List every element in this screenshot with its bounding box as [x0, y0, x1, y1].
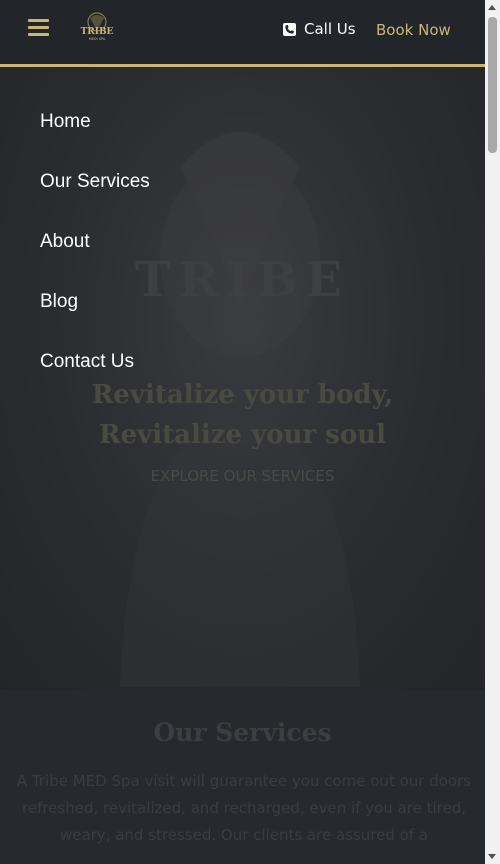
menu-item-about[interactable]: About [40, 231, 90, 253]
scroll-thumb[interactable] [488, 17, 497, 153]
mobile-nav-menu: Home Our Services About Blog Contact Us [0, 67, 485, 690]
site-header: TRIBE MEDI SPA Call Us Book Now [0, 0, 485, 67]
menu-item-home[interactable]: Home [40, 111, 91, 133]
scroll-down-arrow-icon[interactable] [488, 854, 496, 859]
phone-icon [283, 22, 296, 36]
hamburger-menu-icon[interactable] [28, 19, 49, 37]
menu-item-contact-us[interactable]: Contact Us [40, 351, 134, 373]
call-us-label: Call Us [304, 20, 356, 38]
services-description: A Tribe MED Spa visit will guarantee you… [16, 772, 472, 844]
svg-text:MEDI SPA: MEDI SPA [89, 37, 106, 41]
page: TRIBE MEDI SPA Call Us Book Now TRIBE ME… [0, 0, 485, 864]
menu-item-our-services[interactable]: Our Services [40, 171, 150, 193]
services-section: Our Services A Tribe MED Spa visit will … [0, 690, 485, 864]
scroll-up-arrow-icon[interactable] [488, 5, 496, 10]
svg-text:TRIBE: TRIBE [81, 27, 114, 37]
menu-item-blog[interactable]: Blog [40, 291, 78, 313]
tribe-logo[interactable]: TRIBE MEDI SPA [75, 10, 119, 44]
page-scrollbar[interactable] [485, 0, 500, 864]
call-us-link[interactable]: Call Us [283, 20, 356, 38]
book-now-link[interactable]: Book Now [376, 21, 451, 39]
services-title: Our Services [153, 718, 332, 747]
